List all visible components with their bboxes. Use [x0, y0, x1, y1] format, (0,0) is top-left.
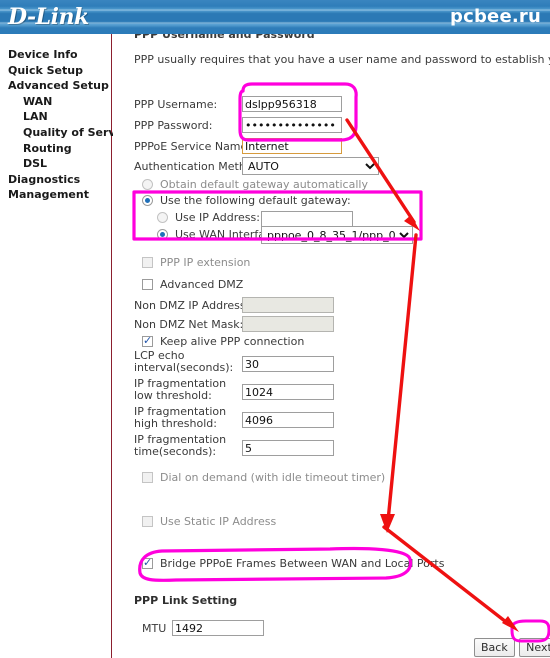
pppoe-service-name-label: PPPoE Service Name: [134, 140, 251, 153]
ppp-ip-extension-label: PPP IP extension [160, 256, 251, 269]
obtain-default-gateway-label: Obtain default gateway automatically [160, 178, 368, 191]
dial-on-demand-label: Dial on demand (with idle timeout timer) [160, 471, 386, 484]
pppoe-service-name-input[interactable] [242, 138, 342, 154]
page-title: PPP Username and Password [134, 34, 315, 41]
sidebar-item-management[interactable]: Management [8, 187, 112, 203]
back-button[interactable]: Back [474, 638, 515, 657]
lcp-echo-label: LCP echo interval(seconds): [134, 349, 234, 374]
sidebar-item-dsl[interactable]: DSL [8, 156, 112, 172]
keep-alive-label: Keep alive PPP connection [160, 335, 305, 348]
frag-high-input[interactable] [242, 412, 334, 428]
ppp-username-input[interactable] [242, 96, 342, 112]
obtain-default-gateway-radio[interactable] [142, 179, 153, 190]
sidebar-item-lan[interactable]: LAN [8, 109, 112, 125]
ppp-password-input[interactable] [242, 117, 342, 133]
non-dmz-mask-label: Non DMZ Net Mask: [134, 318, 244, 331]
ppp-ip-extension-checkbox[interactable] [142, 257, 153, 268]
intro-description: PPP usually requires that you have a use… [134, 53, 550, 66]
use-following-gateway-label: Use the following default gateway: [160, 194, 351, 207]
advanced-dmz-checkbox[interactable] [142, 279, 153, 290]
use-following-gateway-radio[interactable] [142, 195, 153, 206]
sidebar-item-quick-setup[interactable]: Quick Setup [8, 63, 112, 79]
bridge-pppoe-label: Bridge PPPoE Frames Between WAN and Loca… [160, 557, 445, 570]
sidebar-nav: Device Info Quick Setup Advanced Setup W… [8, 47, 133, 203]
lcp-echo-input[interactable] [242, 356, 334, 372]
ppp-link-setting-title: PPP Link Setting [134, 594, 238, 607]
frag-time-input[interactable] [242, 440, 334, 456]
auth-method-select[interactable]: AUTO [242, 157, 379, 175]
non-dmz-ip-input [242, 297, 334, 313]
use-ip-address-radio[interactable] [157, 212, 168, 223]
sidebar-item-diagnostics[interactable]: Diagnostics [8, 172, 112, 188]
keep-alive-checkbox[interactable] [142, 334, 153, 347]
sidebar-item-quality-of-service[interactable]: Quality of Service [8, 125, 133, 141]
use-static-ip-checkbox[interactable] [142, 516, 153, 527]
use-ip-address-input[interactable] [261, 211, 353, 227]
mtu-input[interactable] [172, 620, 264, 636]
sidebar-item-wan[interactable]: WAN [8, 94, 112, 110]
advanced-dmz-label: Advanced DMZ [160, 278, 244, 291]
use-wan-interface-radio[interactable] [157, 229, 168, 240]
dial-on-demand-checkbox[interactable] [142, 472, 153, 483]
use-ip-address-label: Use IP Address: [175, 211, 260, 224]
main-content: PPP Username and Password PPP usually re… [113, 34, 550, 658]
use-wan-interface-select[interactable]: pppoe_0_8_35_1/ppp_0_8_35_1 [261, 226, 413, 244]
next-button[interactable]: Next [519, 638, 550, 657]
frag-low-label: IP fragmentation low threshold: [134, 377, 227, 402]
non-dmz-ip-label: Non DMZ IP Address: [134, 299, 250, 312]
app-header-banner: D-Link pcbee.ru [0, 0, 550, 34]
frag-high-label: IP fragmentation high threshold: [134, 405, 227, 430]
frag-time-label: IP fragmentation time(seconds): [134, 433, 227, 458]
non-dmz-mask-input [242, 316, 334, 332]
sidebar-item-advanced-setup[interactable]: Advanced Setup [8, 78, 112, 94]
use-static-ip-label: Use Static IP Address [160, 515, 277, 528]
sidebar: Device Info Quick Setup Advanced Setup W… [0, 34, 133, 658]
dlink-logo: D-Link [8, 4, 89, 30]
site-brand-watermark: pcbee.ru [450, 6, 541, 27]
ppp-password-label: PPP Password: [134, 119, 213, 132]
sidebar-item-routing[interactable]: Routing [8, 141, 112, 157]
ppp-username-label: PPP Username: [134, 98, 218, 111]
mtu-label: MTU [142, 622, 167, 635]
frag-low-input[interactable] [242, 384, 334, 400]
bridge-pppoe-checkbox[interactable] [142, 556, 153, 569]
sidebar-item-device-info[interactable]: Device Info [8, 47, 112, 63]
